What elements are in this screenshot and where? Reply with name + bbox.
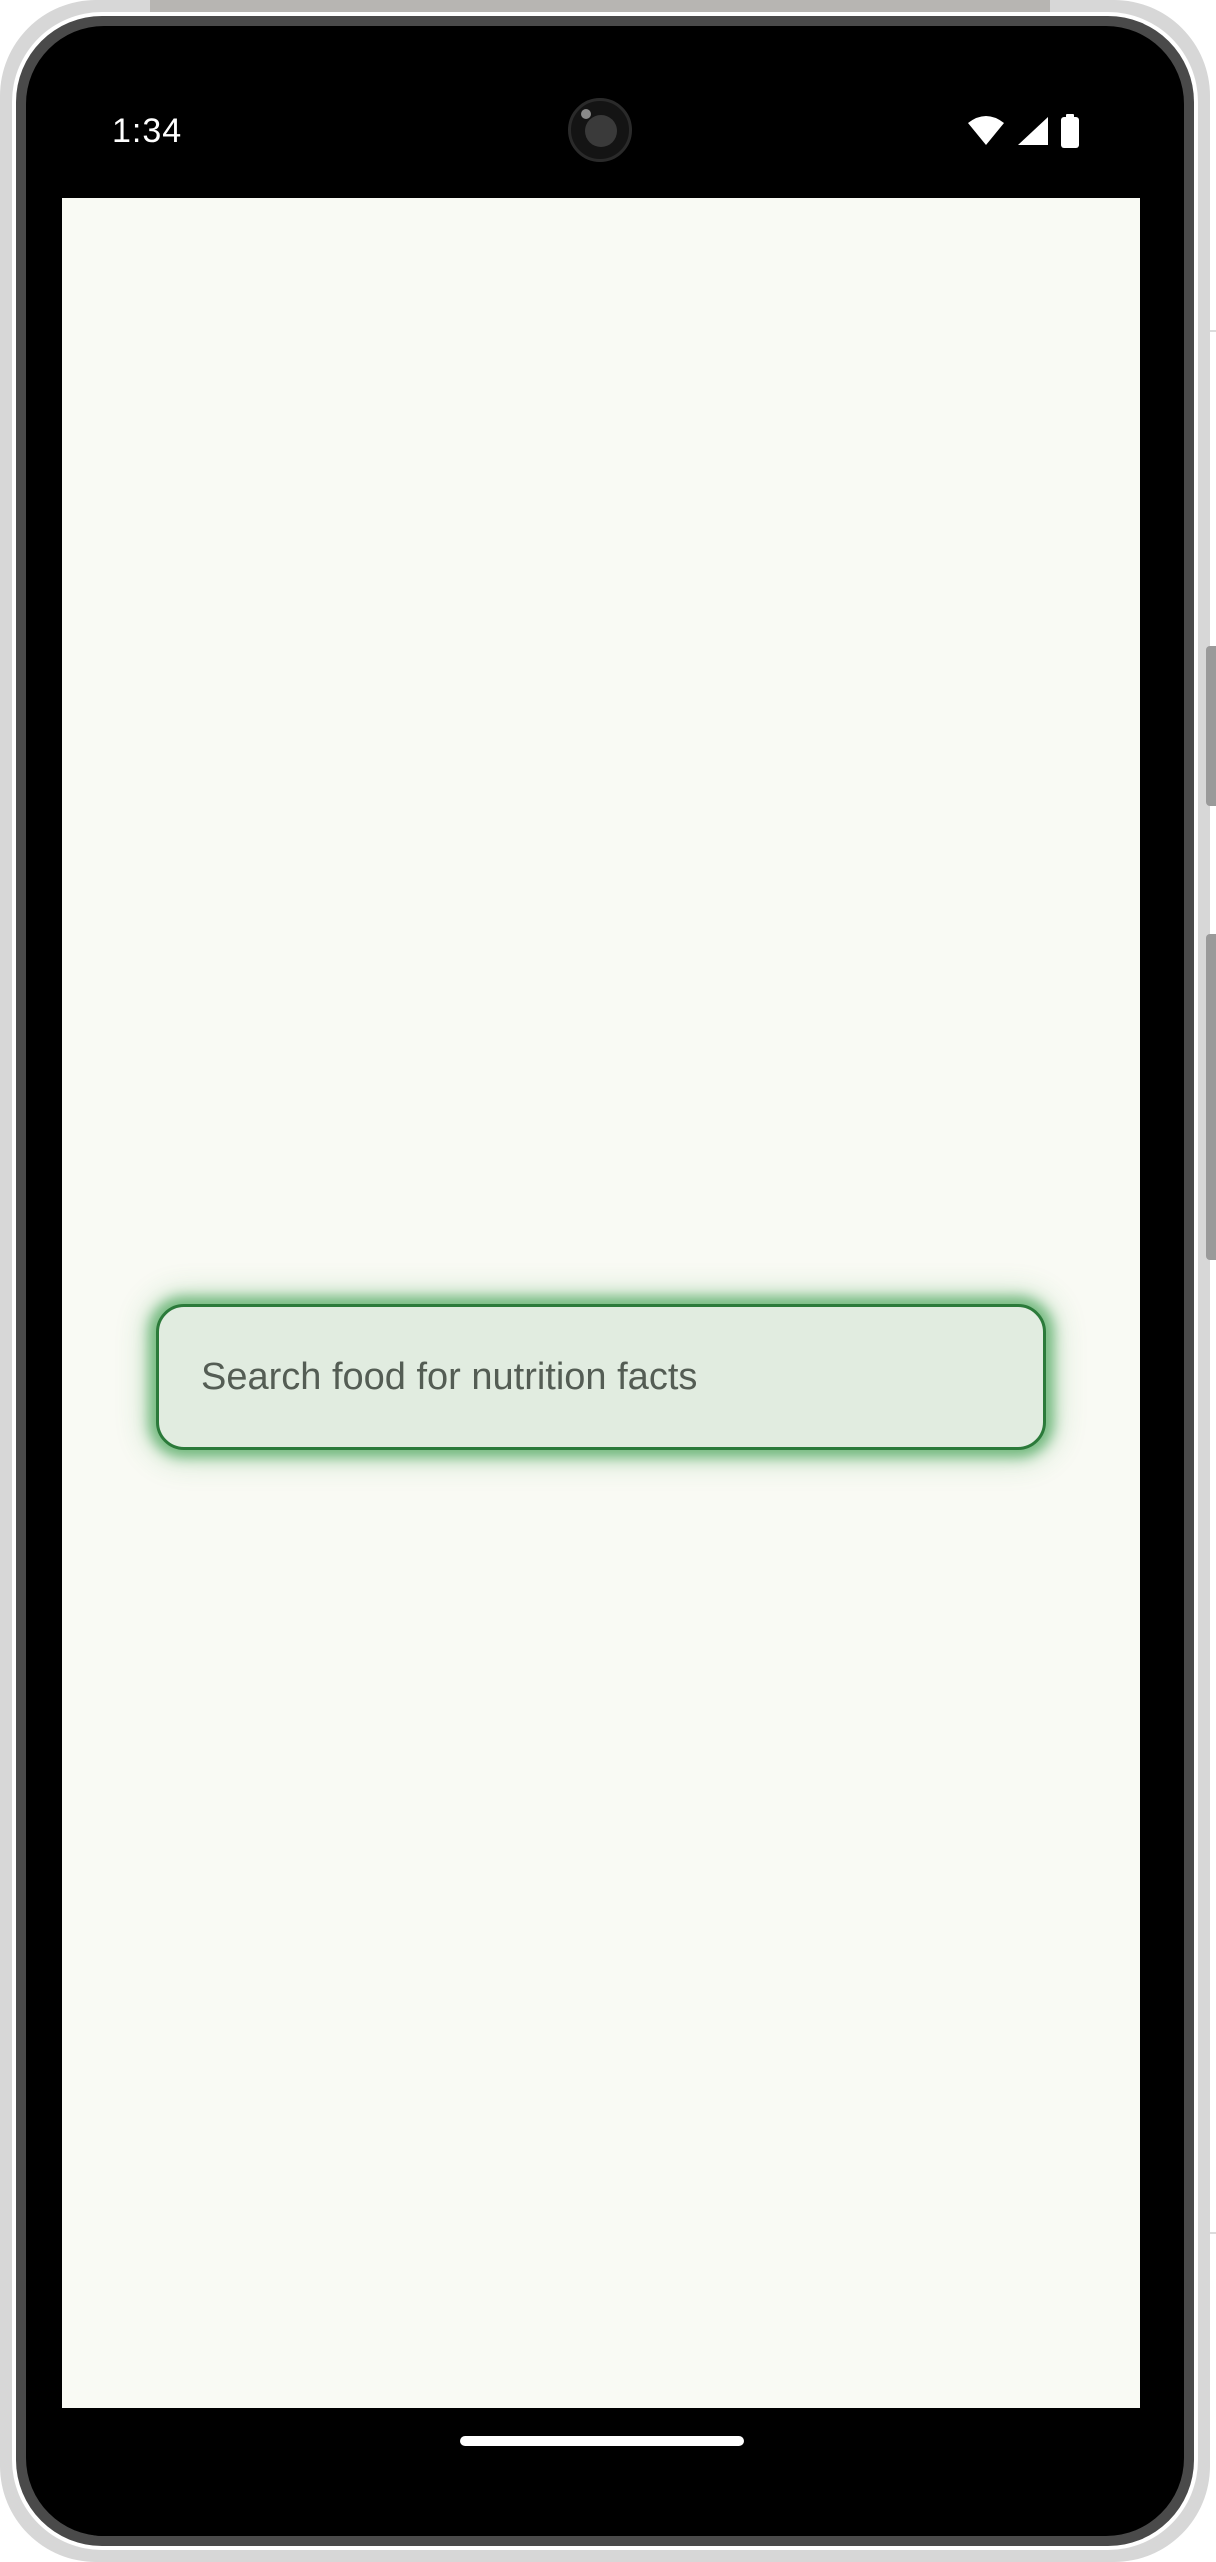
search-placeholder: Search food for nutrition facts <box>201 1355 698 1398</box>
search-input[interactable]: Search food for nutrition facts <box>156 1304 1046 1450</box>
phone-chin <box>62 2466 1140 2536</box>
volume-button <box>1206 646 1216 806</box>
wifi-icon <box>966 115 1006 147</box>
app-content: Search food for nutrition facts <box>62 198 1140 2408</box>
home-indicator[interactable] <box>460 2436 744 2446</box>
camera-lens <box>585 115 617 147</box>
status-icons <box>966 114 1080 148</box>
camera-glint <box>581 109 591 119</box>
battery-icon <box>1060 114 1080 148</box>
status-bar: 1:34 <box>62 66 1140 198</box>
phone-screen: 1:34 Search food for nutrition facts <box>62 66 1140 2466</box>
status-time: 1:34 <box>112 112 183 150</box>
navigation-bar <box>62 2408 1140 2466</box>
cellular-signal-icon <box>1016 115 1050 147</box>
power-button <box>1206 934 1216 1260</box>
front-camera-icon <box>568 98 632 162</box>
